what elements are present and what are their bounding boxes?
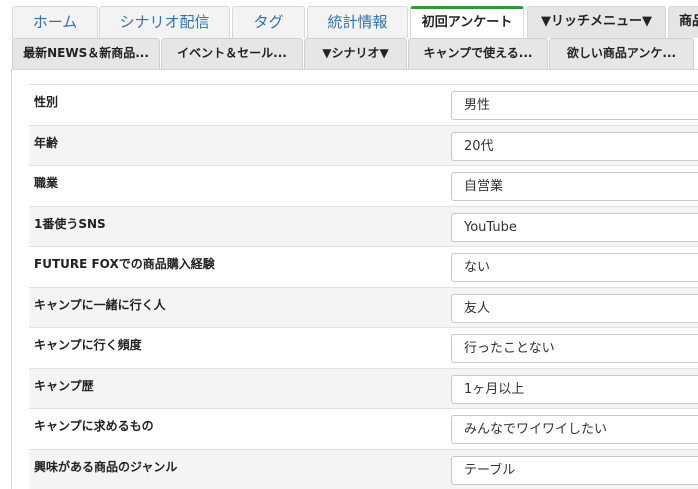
question-label: キャンプに求めるもの [34, 419, 154, 433]
tab-products[interactable]: 商品 [668, 6, 698, 38]
main-tab-bar: ホーム シナリオ配信 タグ 統計情報 初回アンケート ▼リッチメニュー▼ 商品 [0, 0, 698, 38]
tab-scenario-delivery[interactable]: シナリオ配信 [99, 6, 230, 38]
question-label: キャンプに行く頻度 [34, 338, 142, 352]
answer-field[interactable]: 友人 [451, 293, 698, 323]
survey-row: キャンプに求めるもの みんなでワイワイしたい [29, 408, 698, 449]
answer-field[interactable]: テーブル [451, 455, 698, 485]
tab-rich-menu[interactable]: ▼リッチメニュー▼ [527, 6, 666, 38]
survey-row: 1番使うSNS YouTube [29, 205, 698, 246]
tab-statistics[interactable]: 統計情報 [307, 6, 408, 38]
question-label: 性別 [34, 95, 59, 109]
question-label: 興味がある商品のジャンル [34, 459, 178, 474]
survey-row: 年齢 20代 [29, 124, 698, 165]
answer-field[interactable]: みんなでワイワイしたい [451, 415, 698, 444]
question-label: 職業 [34, 176, 59, 190]
tab-event-sale[interactable]: イベント＆セール... [161, 38, 303, 69]
question-label: 1番使うSNS [34, 216, 106, 231]
tab-latest-news[interactable]: 最新NEWS＆新商品... [12, 38, 160, 69]
answer-field[interactable]: 男性 [451, 91, 698, 120]
question-label: キャンプに一緒に行く人 [34, 297, 166, 312]
tab-tags[interactable]: タグ [232, 6, 305, 38]
tab-initial-survey[interactable]: 初回アンケート [410, 6, 524, 38]
page: ホーム シナリオ配信 タグ 統計情報 初回アンケート ▼リッチメニュー▼ 商品 … [0, 0, 698, 489]
answer-field[interactable]: 20代 [451, 131, 698, 161]
survey-row: 性別 男性 [29, 84, 698, 125]
question-label: FUTURE FOXでの商品購入経験 [34, 257, 215, 271]
question-label: 年齢 [34, 135, 59, 150]
tab-camp-usable[interactable]: キャンプで使える... [408, 38, 548, 69]
survey-row: 職業 自営業 [29, 165, 698, 206]
survey-row: キャンプに行く頻度 行ったことない [29, 327, 698, 368]
survey-row: FUTURE FOXでの商品購入経験 ない [29, 246, 698, 287]
tab-wanted-products-survey[interactable]: 欲しい商品アンケ... [549, 38, 694, 69]
survey-row: キャンプに一緒に行く人 友人 [29, 286, 698, 327]
question-label: キャンプ歴 [34, 378, 94, 393]
answer-field[interactable]: 行ったことない [451, 334, 698, 363]
survey-row: 興味がある商品のジャンル テーブル [29, 448, 698, 489]
answer-field[interactable]: ない [451, 253, 698, 282]
sub-tab-bar: 最新NEWS＆新商品... イベント＆セール... ▼シナリオ▼ キャンプで使え… [0, 38, 698, 69]
tab-home[interactable]: ホーム [12, 6, 98, 38]
answer-field[interactable]: YouTube [451, 212, 698, 242]
survey-row: キャンプ歴 1ヶ月以上 [29, 367, 698, 408]
answer-field[interactable]: 1ヶ月以上 [451, 374, 698, 404]
survey-answer-list: 性別 男性 年齢 20代 職業 自営業 1番使うSNS YouTube FUTU… [29, 84, 698, 489]
tab-scenario[interactable]: ▼シナリオ▼ [304, 38, 407, 69]
answer-field[interactable]: 自営業 [451, 172, 698, 201]
